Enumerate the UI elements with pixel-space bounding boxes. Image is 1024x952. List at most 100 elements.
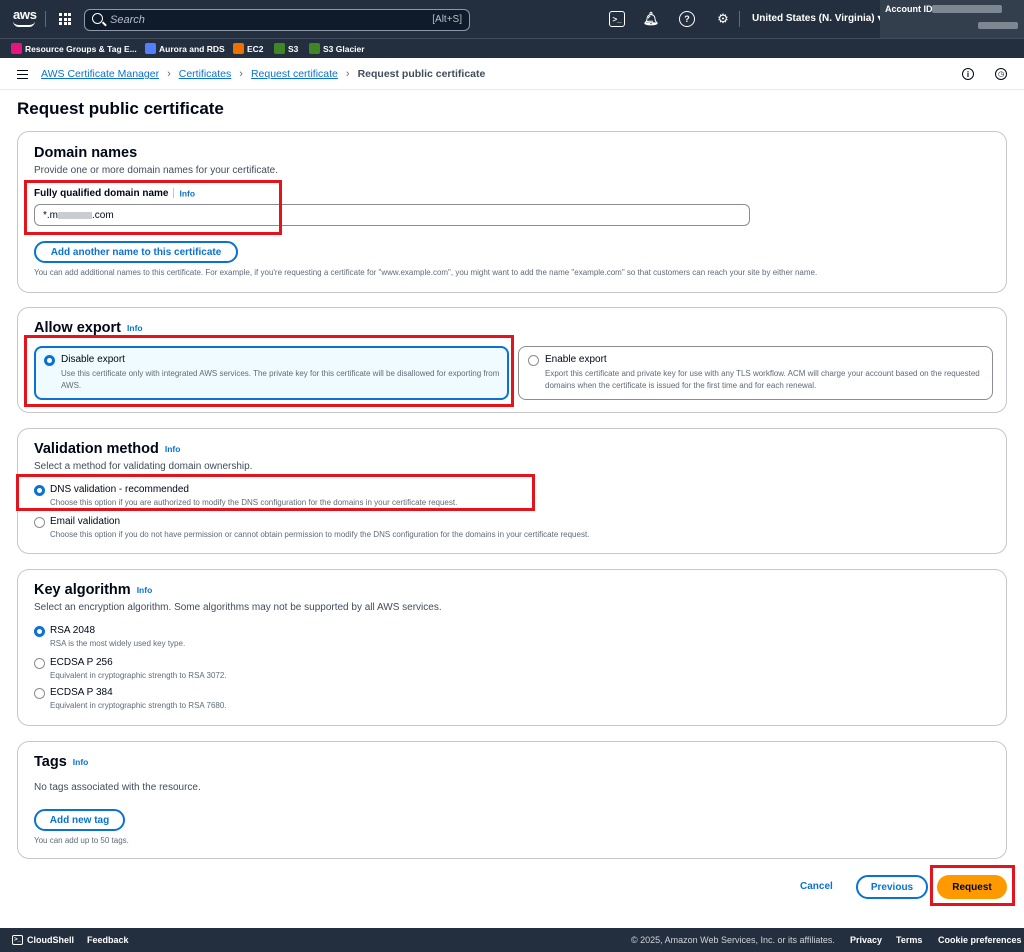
enable-export-title: Enable export: [545, 354, 607, 365]
account-id-redacted: [932, 5, 1002, 13]
validation-description: Select a method for validating domain ow…: [34, 461, 253, 472]
ecdsa-p256-radio[interactable]: [34, 658, 45, 669]
email-validation-radio[interactable]: [34, 517, 45, 528]
domain-names-description: Provide one or more domain names for you…: [34, 165, 278, 176]
feedback-link[interactable]: Feedback: [87, 935, 129, 945]
breadcrumb-bar: AWS Certificate Manager › Certificates ›…: [0, 58, 1024, 90]
ec2-icon: [233, 43, 244, 54]
favorite-ec2[interactable]: EC2: [233, 43, 264, 54]
divider: [739, 11, 740, 27]
rsa-2048-title: RSA 2048: [50, 625, 96, 636]
breadcrumb-acm[interactable]: AWS Certificate Manager: [41, 68, 159, 80]
add-new-tag-button[interactable]: Add new tag: [34, 809, 125, 831]
aws-logo[interactable]: aws: [13, 8, 37, 30]
dns-validation-desc: Choose this option if you are authorized…: [50, 498, 458, 507]
enable-export-option[interactable]: Enable export Export this certificate an…: [518, 346, 993, 400]
services-grid-icon[interactable]: [59, 13, 71, 25]
email-validation-desc: Choose this option if you do not have pe…: [50, 530, 590, 539]
redacted-domain: [58, 211, 92, 219]
cookie-preferences-link[interactable]: Cookie preferences: [938, 935, 1022, 945]
key-algorithm-heading: Key algorithm Info: [34, 582, 153, 598]
fqdn-value-suffix: .com: [92, 210, 114, 221]
terms-link[interactable]: Terms: [896, 935, 922, 945]
enable-export-desc: Export this certificate and private key …: [545, 369, 980, 390]
allow-export-heading: Allow export Info: [34, 320, 143, 336]
s3-icon: [274, 43, 285, 54]
settings-gear-icon[interactable]: ⚙: [715, 11, 731, 27]
request-button[interactable]: Request: [937, 875, 1007, 899]
cloudshell-link[interactable]: >_ CloudShell: [12, 935, 74, 945]
account-menu[interactable]: Account ID:: [880, 0, 1024, 38]
fqdn-label: Fully qualified domain name Info: [34, 188, 195, 199]
cancel-button[interactable]: Cancel: [800, 881, 833, 892]
email-validation-title: Email validation: [50, 516, 121, 527]
divider: [45, 11, 46, 27]
ecdsa-p256-desc: Equivalent in cryptographic strength to …: [50, 671, 227, 680]
validation-method-heading: Validation method Info: [34, 441, 181, 457]
aws-logo-text: aws: [13, 7, 37, 22]
search-icon: [92, 13, 103, 24]
s3-glacier-icon: [309, 43, 320, 54]
allow-export-panel: Allow export Info Disable export Use this…: [17, 307, 1007, 413]
disable-export-desc: Use this certificate only with integrate…: [61, 369, 500, 390]
account-name-redacted: [978, 22, 1018, 29]
previous-button[interactable]: Previous: [856, 875, 928, 899]
fqdn-label-text: Fully qualified domain name: [34, 188, 169, 199]
key-algorithm-info-link[interactable]: Info: [137, 585, 153, 595]
aws-smile-icon: [13, 21, 35, 27]
favorite-s3-glacier[interactable]: S3 Glacier: [309, 43, 365, 54]
console-footer: >_ CloudShell Feedback © 2025, Amazon We…: [0, 928, 1024, 952]
domain-names-hint: You can add additional names to this cer…: [34, 268, 818, 277]
breadcrumb: AWS Certificate Manager › Certificates ›…: [41, 68, 485, 80]
disable-export-title: Disable export: [61, 354, 125, 365]
chevron-right-icon: ›: [167, 68, 171, 80]
breadcrumb-current: Request public certificate: [357, 68, 486, 80]
add-another-name-button[interactable]: Add another name to this certificate: [34, 241, 238, 263]
search-placeholder: Search: [110, 14, 145, 26]
breadcrumb-certificates[interactable]: Certificates: [179, 68, 232, 80]
tags-heading: Tags Info: [34, 754, 89, 770]
search-shortcut: [Alt+S]: [432, 14, 462, 25]
favorite-s3[interactable]: S3: [274, 43, 298, 54]
fqdn-value-prefix: *.m: [43, 210, 58, 221]
domain-names-heading: Domain names: [34, 145, 138, 161]
tags-description: No tags associated with the resource.: [34, 782, 201, 793]
region-selector[interactable]: United States (N. Virginia) ▾: [752, 13, 882, 24]
cloudshell-footer-icon: >_: [12, 935, 23, 945]
favorite-resource-groups[interactable]: Resource Groups & Tag E...: [11, 43, 137, 54]
favorite-aurora-rds[interactable]: Aurora and RDS: [145, 43, 225, 54]
page-title: Request public certificate: [17, 99, 224, 118]
rsa-2048-radio[interactable]: [34, 626, 45, 637]
tags-info-link[interactable]: Info: [73, 757, 89, 767]
disable-export-radio[interactable]: [44, 355, 55, 366]
fqdn-input[interactable]: *.m .com: [34, 204, 750, 226]
ecdsa-p384-desc: Equivalent in cryptographic strength to …: [50, 701, 227, 710]
top-navigation: aws Search [Alt+S] >_ 🔔︎ ? ⚙ United Stat…: [0, 0, 1024, 38]
info-panel-icon[interactable]: i: [962, 68, 974, 80]
chevron-right-icon: ›: [345, 68, 350, 80]
search-input[interactable]: Search [Alt+S]: [84, 9, 470, 31]
disable-export-option[interactable]: Disable export Use this certificate only…: [34, 346, 509, 400]
account-id-label: Account ID:: [885, 4, 936, 14]
enable-export-radio[interactable]: [528, 355, 539, 366]
help-icon[interactable]: ?: [679, 11, 695, 27]
ecdsa-p384-radio[interactable]: [34, 688, 45, 699]
dns-validation-radio[interactable]: [34, 485, 45, 496]
chevron-right-icon: ›: [239, 68, 243, 80]
cloudshell-icon[interactable]: >_: [609, 11, 625, 27]
validation-method-panel: Validation method Info Select a method fo…: [17, 428, 1007, 554]
dns-validation-title: DNS validation - recommended: [50, 484, 189, 495]
history-icon[interactable]: ◷: [995, 68, 1007, 80]
ecdsa-p256-title: ECDSA P 256: [50, 657, 113, 668]
allow-export-info-link[interactable]: Info: [127, 323, 143, 333]
aurora-rds-icon: [145, 43, 156, 54]
tags-hint: You can add up to 50 tags.: [34, 836, 129, 845]
validation-info-link[interactable]: Info: [165, 444, 181, 454]
fqdn-info-link[interactable]: Info: [179, 188, 195, 198]
menu-hamburger-icon[interactable]: [17, 70, 28, 79]
favorites-bar: Resource Groups & Tag E... Aurora and RD…: [0, 38, 1024, 58]
notifications-bell-icon[interactable]: 🔔︎: [643, 11, 660, 27]
breadcrumb-request-certificate[interactable]: Request certificate: [251, 68, 338, 80]
privacy-link[interactable]: Privacy: [850, 935, 882, 945]
domain-names-panel: Domain names Provide one or more domain …: [17, 131, 1007, 293]
